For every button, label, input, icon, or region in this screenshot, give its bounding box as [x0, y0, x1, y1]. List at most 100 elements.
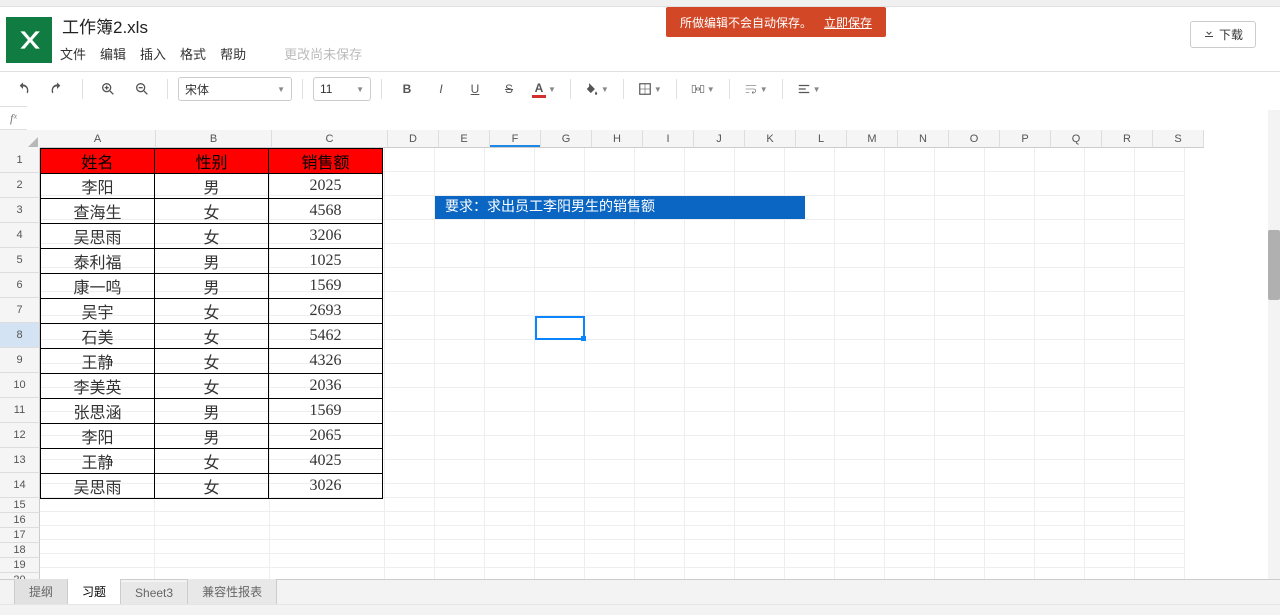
underline-button[interactable]: U [460, 77, 490, 101]
menu-help[interactable]: 帮助 [220, 44, 246, 63]
table-cell[interactable]: 女 [155, 349, 269, 374]
col-header-E[interactable]: E [439, 130, 490, 148]
row-header-5[interactable]: 5 [0, 248, 40, 273]
font-size-select[interactable]: 11▼ [313, 77, 371, 101]
table-cell[interactable]: 王静 [41, 349, 155, 374]
table-cell[interactable]: 4568 [269, 199, 383, 224]
table-cell[interactable]: 2065 [269, 424, 383, 449]
col-header-A[interactable]: A [40, 130, 156, 148]
sheet-tab-3[interactable]: 兼容性报表 [187, 579, 277, 605]
row-header-3[interactable]: 3 [0, 198, 40, 223]
col-header-I[interactable]: I [643, 130, 694, 148]
align-button[interactable]: ▼ [793, 77, 825, 101]
col-header-G[interactable]: G [541, 130, 592, 148]
table-cell[interactable]: 王静 [41, 449, 155, 474]
table-cell[interactable]: 2025 [269, 174, 383, 199]
col-header-K[interactable]: K [745, 130, 796, 148]
col-header-M[interactable]: M [847, 130, 898, 148]
table-cell[interactable]: 男 [155, 274, 269, 299]
col-header-P[interactable]: P [1000, 130, 1051, 148]
row-header-16[interactable]: 16 [0, 513, 40, 528]
table-header[interactable]: 姓名 [41, 149, 155, 174]
menu-format[interactable]: 格式 [180, 44, 206, 63]
table-cell[interactable]: 吴思雨 [41, 224, 155, 249]
col-header-B[interactable]: B [156, 130, 272, 148]
table-cell[interactable]: 2693 [269, 299, 383, 324]
row-header-7[interactable]: 7 [0, 298, 40, 323]
row-header-1[interactable]: 1 [0, 148, 40, 173]
merge-button[interactable]: ▼ [687, 77, 719, 101]
zoom-out-button[interactable] [127, 77, 157, 101]
menu-edit[interactable]: 编辑 [100, 44, 126, 63]
table-cell[interactable]: 李美英 [41, 374, 155, 399]
table-cell[interactable]: 男 [155, 399, 269, 424]
save-now-link[interactable]: 立即保存 [824, 14, 872, 31]
table-cell[interactable]: 吴思雨 [41, 474, 155, 499]
table-cell[interactable]: 男 [155, 249, 269, 274]
row-header-11[interactable]: 11 [0, 398, 40, 423]
font-color-button[interactable]: A▼ [528, 77, 560, 101]
table-cell[interactable]: 女 [155, 299, 269, 324]
italic-button[interactable]: I [426, 77, 456, 101]
col-header-N[interactable]: N [898, 130, 949, 148]
row-header-13[interactable]: 13 [0, 448, 40, 473]
wrap-text-button[interactable]: ▼ [740, 77, 772, 101]
row-header-12[interactable]: 12 [0, 423, 40, 448]
borders-button[interactable]: ▼ [634, 77, 666, 101]
table-header[interactable]: 性别 [155, 149, 269, 174]
col-header-L[interactable]: L [796, 130, 847, 148]
col-header-O[interactable]: O [949, 130, 1000, 148]
table-header[interactable]: 销售额 [269, 149, 383, 174]
col-header-Q[interactable]: Q [1051, 130, 1102, 148]
instruction-banner[interactable]: 要求：求出员工李阳男生的销售额 [435, 196, 805, 219]
table-cell[interactable]: 1025 [269, 249, 383, 274]
table-cell[interactable]: 李阳 [41, 174, 155, 199]
menu-insert[interactable]: 插入 [140, 44, 166, 63]
row-header-14[interactable]: 14 [0, 473, 40, 498]
col-header-H[interactable]: H [592, 130, 643, 148]
table-cell[interactable]: 查海生 [41, 199, 155, 224]
menu-file[interactable]: 文件 [60, 44, 86, 63]
download-button[interactable]: 下载 [1190, 21, 1256, 48]
row-header-18[interactable]: 18 [0, 543, 40, 558]
table-cell[interactable]: 1569 [269, 399, 383, 424]
row-header-19[interactable]: 19 [0, 558, 40, 573]
cell-selection[interactable] [535, 316, 585, 340]
row-header-4[interactable]: 4 [0, 223, 40, 248]
col-header-R[interactable]: R [1102, 130, 1153, 148]
row-header-10[interactable]: 10 [0, 373, 40, 398]
fx-label[interactable]: fˣ [10, 111, 17, 126]
table-cell[interactable]: 女 [155, 374, 269, 399]
table-cell[interactable]: 女 [155, 324, 269, 349]
table-cell[interactable]: 5462 [269, 324, 383, 349]
formula-input[interactable] [27, 106, 1280, 130]
col-header-D[interactable]: D [388, 130, 439, 148]
sheet-tab-2[interactable]: Sheet3 [120, 582, 188, 605]
vertical-scrollbar[interactable] [1268, 110, 1280, 580]
zoom-in-button[interactable] [93, 77, 123, 101]
row-header-6[interactable]: 6 [0, 273, 40, 298]
row-header-17[interactable]: 17 [0, 528, 40, 543]
table-cell[interactable]: 李阳 [41, 424, 155, 449]
sheet-tab-0[interactable]: 提纲 [14, 579, 68, 605]
table-cell[interactable]: 康一鸣 [41, 274, 155, 299]
font-family-select[interactable]: 宋体▼ [178, 77, 292, 101]
select-all-corner[interactable] [0, 130, 41, 149]
table-cell[interactable]: 3026 [269, 474, 383, 499]
col-header-C[interactable]: C [272, 130, 388, 148]
table-cell[interactable]: 女 [155, 449, 269, 474]
table-cell[interactable]: 4326 [269, 349, 383, 374]
row-header-2[interactable]: 2 [0, 173, 40, 198]
table-cell[interactable]: 女 [155, 224, 269, 249]
row-header-8[interactable]: 8 [0, 323, 40, 348]
table-cell[interactable]: 女 [155, 199, 269, 224]
bold-button[interactable]: B [392, 77, 422, 101]
table-cell[interactable]: 张思涵 [41, 399, 155, 424]
col-header-F[interactable]: F [490, 130, 541, 148]
strike-button[interactable]: S [494, 77, 524, 101]
table-cell[interactable]: 2036 [269, 374, 383, 399]
table-cell[interactable]: 吴宇 [41, 299, 155, 324]
horizontal-scrollbar[interactable] [0, 604, 1280, 615]
table-cell[interactable]: 石美 [41, 324, 155, 349]
col-header-J[interactable]: J [694, 130, 745, 148]
